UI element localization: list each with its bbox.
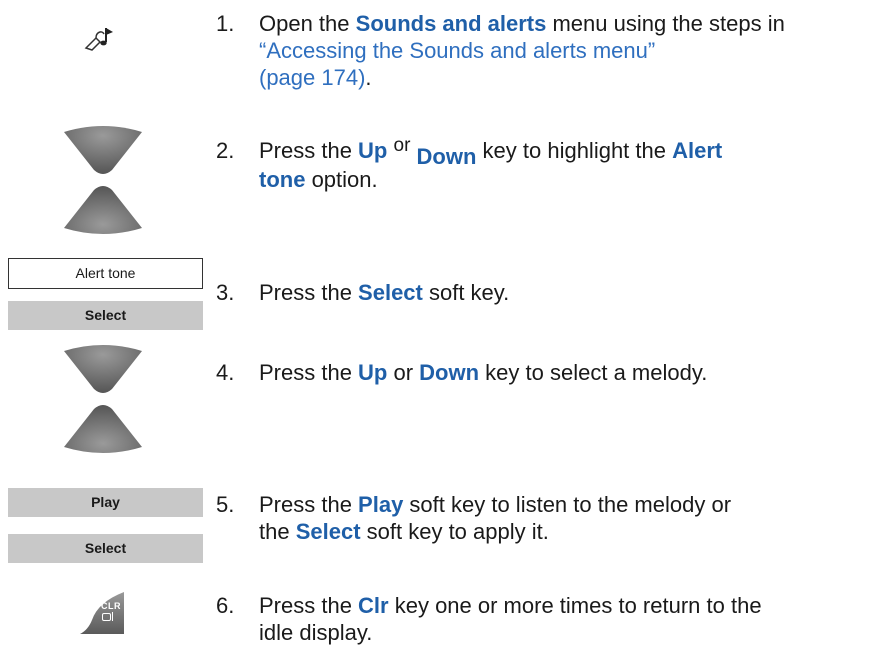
up-arrow-key-icon[interactable] [62,345,144,397]
step-number: 4. [216,360,235,385]
step-5-text: Press the Play soft key to listen to the… [259,492,732,544]
play-softkey[interactable]: Play [8,488,203,517]
step-number: 5. [216,492,235,517]
key-sounds-and-alerts: Sounds and alerts [355,11,547,36]
step-1-text: Open the Sounds and alerts menu using th… [259,11,785,90]
page-reference-link[interactable]: (page 174) [259,65,365,90]
down-arrow-key-icon[interactable] [62,182,144,234]
step-6-text: Press the Clr key one or more times to r… [259,593,762,645]
select-softkey[interactable]: Select [8,301,203,330]
up-arrow-key-icon[interactable] [62,126,144,178]
down-arrow-key-icon[interactable] [62,401,144,453]
step-number: 3. [216,280,235,305]
step-3-text: Press the Select soft key. [259,280,510,305]
clr-key-icon[interactable]: CLR [78,590,126,636]
step-4-text: Press the Up or Down key to select a mel… [259,360,708,385]
step-number: 1. [216,11,235,36]
sounds-menu-icon [84,28,113,51]
step-2-text: Press the Up or Down key to highlight th… [259,135,723,192]
display-alert-tone: Alert tone [8,258,203,289]
clr-key-label: CLR [101,601,121,611]
cross-reference-link[interactable]: “Accessing the Sounds and alerts menu” [259,38,655,63]
step-number: 2. [216,138,235,163]
clr-key-symbol [102,612,114,621]
select-softkey[interactable]: Select [8,534,203,563]
step-number: 6. [216,593,235,618]
